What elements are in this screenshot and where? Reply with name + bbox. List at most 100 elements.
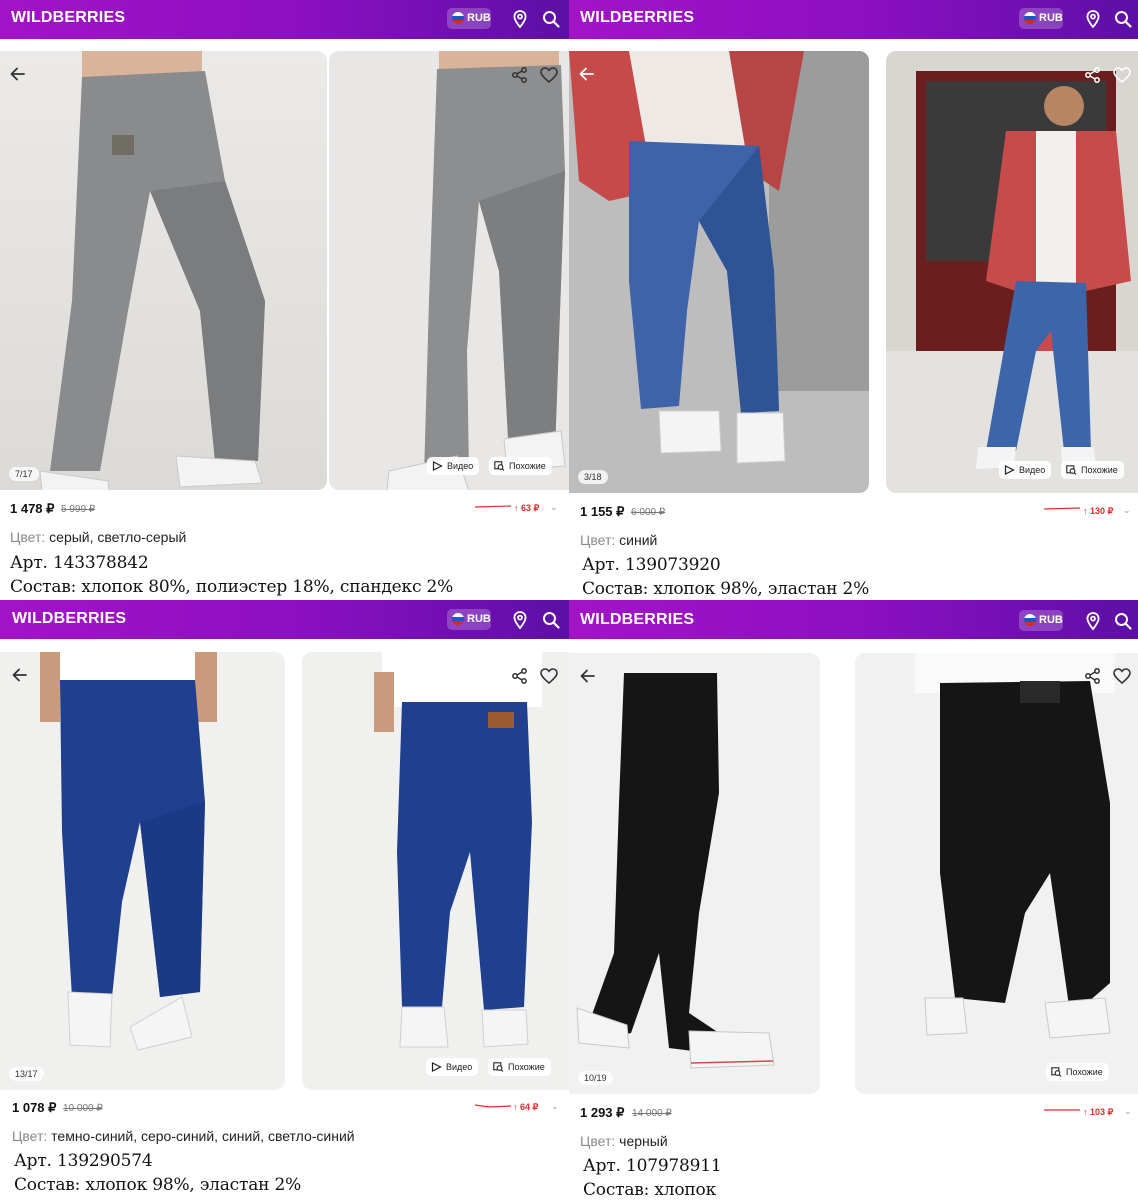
- color-label: Цвет:: [12, 1128, 48, 1144]
- price-history-sparkline[interactable]: [475, 503, 511, 511]
- play-icon: [431, 1062, 442, 1072]
- currency-label: RUB: [467, 12, 491, 24]
- location-pin-icon[interactable]: [510, 610, 530, 630]
- search-icon[interactable]: [1113, 9, 1133, 29]
- search-icon[interactable]: [1113, 611, 1133, 631]
- color-row: Цвет: серый, светло-серый: [10, 529, 186, 545]
- color-value: серый, светло-серый: [49, 529, 187, 545]
- article-number: Арт. 139290574: [14, 1151, 153, 1171]
- video-label: Видео: [447, 461, 474, 471]
- russia-flag-icon: [1024, 614, 1036, 626]
- brand-logo[interactable]: WILDBERRIES: [580, 611, 694, 629]
- color-label: Цвет:: [580, 1133, 616, 1149]
- share-icon[interactable]: [510, 666, 530, 686]
- jeans-photo: [569, 51, 869, 493]
- play-icon: [1004, 465, 1015, 475]
- chevron-down-icon[interactable]: ⌄: [1123, 505, 1131, 516]
- russia-flag-icon: [1024, 12, 1036, 24]
- product-photo-back[interactable]: Похожие: [855, 653, 1138, 1094]
- back-arrow-icon[interactable]: [578, 666, 598, 686]
- brand-logo[interactable]: WILDBERRIES: [12, 610, 126, 628]
- similar-button[interactable]: Похожие: [488, 1058, 551, 1076]
- current-price: 1 078 ₽: [12, 1100, 57, 1115]
- similar-search-icon: [493, 1062, 504, 1072]
- composition: Состав: хлопок 80%, полиэстер 18%, спанд…: [10, 577, 454, 597]
- color-value: черный: [619, 1133, 668, 1149]
- article-number: Арт. 139073920: [582, 555, 721, 575]
- heart-icon[interactable]: [539, 666, 559, 686]
- video-label: Видео: [1019, 465, 1046, 475]
- chevron-down-icon[interactable]: ⌄: [551, 1101, 559, 1112]
- price-history-sparkline[interactable]: [1044, 1107, 1080, 1115]
- photo-counter: 13/17: [9, 1067, 44, 1081]
- currency-selector[interactable]: RUB: [1019, 610, 1063, 631]
- old-price: 6 000 ₽: [631, 507, 666, 518]
- back-arrow-icon[interactable]: [10, 665, 30, 685]
- product-photo-front[interactable]: 3/18: [569, 51, 869, 493]
- chevron-down-icon[interactable]: ⌄: [550, 502, 558, 513]
- color-row: Цвет: синий: [580, 532, 657, 548]
- photo-counter: 7/17: [9, 467, 39, 481]
- currency-selector[interactable]: RUB: [447, 8, 491, 29]
- location-pin-icon[interactable]: [510, 9, 530, 29]
- jeans-back-photo: [855, 653, 1138, 1094]
- heart-icon[interactable]: [1112, 666, 1132, 686]
- similar-search-icon: [1051, 1067, 1062, 1077]
- similar-label: Похожие: [1081, 465, 1118, 475]
- current-price: 1 478 ₽: [10, 501, 55, 516]
- jeans-back-photo: [302, 652, 569, 1090]
- similar-search-icon: [1066, 465, 1077, 475]
- product-photo-front[interactable]: 7/17: [0, 51, 327, 490]
- video-button[interactable]: Видео: [427, 457, 480, 475]
- photo-counter: 3/18: [578, 470, 608, 484]
- price-change: ↑ 103 ₽: [1083, 1107, 1114, 1117]
- heart-icon[interactable]: [539, 65, 559, 85]
- back-arrow-icon[interactable]: [8, 64, 28, 84]
- price-change: ↑ 64 ₽: [513, 1102, 539, 1112]
- current-price: 1 155 ₽: [580, 504, 625, 519]
- back-arrow-icon[interactable]: [577, 64, 597, 84]
- brand-logo[interactable]: WILDBERRIES: [580, 9, 694, 27]
- product-photo-back[interactable]: Видео Похожие: [302, 652, 569, 1090]
- product-photo-side[interactable]: 10/19: [569, 653, 820, 1094]
- jeans-photo: [0, 652, 285, 1090]
- heart-icon[interactable]: [1112, 65, 1132, 85]
- similar-button[interactable]: Похожие: [1061, 461, 1124, 479]
- video-button[interactable]: Видео: [999, 461, 1052, 479]
- search-icon[interactable]: [541, 610, 561, 630]
- share-icon[interactable]: [1083, 65, 1103, 85]
- photo-counter: 10/19: [578, 1071, 613, 1085]
- product-photo-model[interactable]: Видео Похожие: [886, 51, 1138, 493]
- currency-selector[interactable]: RUB: [447, 609, 491, 630]
- old-price: 10 000 ₽: [63, 1103, 103, 1114]
- currency-label: RUB: [1039, 12, 1063, 24]
- location-pin-icon[interactable]: [1083, 9, 1103, 29]
- share-icon[interactable]: [1083, 666, 1103, 686]
- color-label: Цвет:: [580, 532, 616, 548]
- composition: Состав: хлопок: [583, 1180, 717, 1200]
- product-panel-1: WILDBERRIES RUB 7/17 Видео Похожие 1 478…: [0, 0, 569, 600]
- app-header: WILDBERRIES RUB: [569, 0, 1138, 39]
- similar-label: Похожие: [509, 461, 546, 471]
- color-label: Цвет:: [10, 529, 46, 545]
- similar-button[interactable]: Похожие: [489, 457, 552, 475]
- similar-button[interactable]: Похожие: [1046, 1063, 1109, 1081]
- currency-selector[interactable]: RUB: [1019, 8, 1063, 29]
- share-icon[interactable]: [510, 65, 530, 85]
- jeans-photo: [0, 51, 327, 490]
- chevron-down-icon[interactable]: ⌄: [1124, 1106, 1132, 1117]
- price-change: ↑ 63 ₽: [514, 503, 540, 513]
- composition: Состав: хлопок 98%, эластан 2%: [14, 1175, 302, 1195]
- jeans-back-photo: [329, 51, 569, 490]
- price-history-sparkline[interactable]: [1044, 505, 1080, 513]
- video-button[interactable]: Видео: [426, 1058, 479, 1076]
- article-number: Арт. 107978911: [583, 1156, 722, 1176]
- location-pin-icon[interactable]: [1083, 611, 1103, 631]
- product-panel-3: WILDBERRIES RUB 13/17 Видео Похожие 1 07…: [0, 600, 569, 1200]
- product-panel-2: WILDBERRIES RUB 3/18 Видео Похожие 1 155…: [569, 0, 1138, 600]
- product-photo-front[interactable]: 13/17: [0, 652, 285, 1090]
- search-icon[interactable]: [541, 9, 561, 29]
- product-photo-back[interactable]: Видео Похожие: [329, 51, 569, 490]
- price-history-sparkline[interactable]: [475, 1102, 511, 1110]
- brand-logo[interactable]: WILDBERRIES: [11, 9, 125, 27]
